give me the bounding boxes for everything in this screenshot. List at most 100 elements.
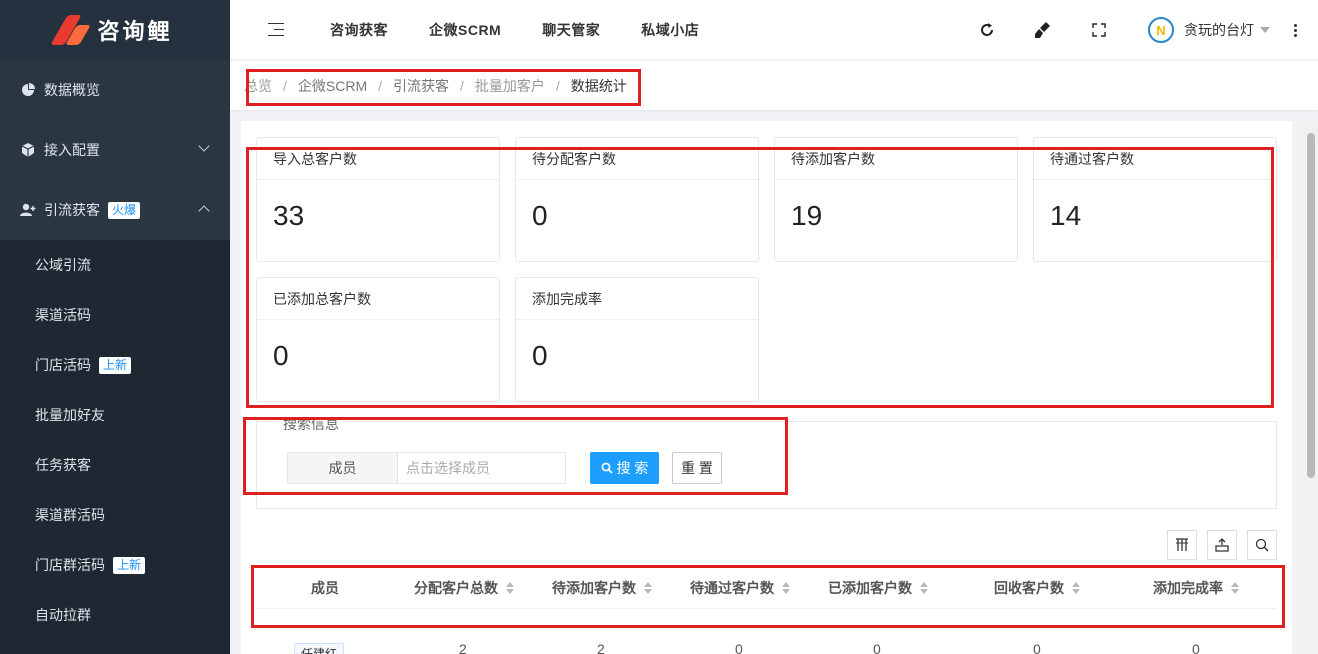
breadcrumb-separator: / <box>555 77 560 94</box>
brand-name: 咨询鲤 <box>97 19 173 44</box>
column-header-completion-rate[interactable]: 添加完成率 <box>1153 578 1239 598</box>
fullscreen-icon[interactable] <box>1090 21 1108 39</box>
magnifier-icon <box>1255 538 1269 552</box>
search-icon <box>601 462 613 474</box>
stat-title: 待通过客户数 <box>1034 138 1276 180</box>
sort-icon[interactable] <box>920 581 928 594</box>
stat-card-pending-add: 待添加客户数 19 <box>774 137 1018 262</box>
breadcrumb-separator: / <box>378 77 383 94</box>
sort-icon[interactable] <box>506 581 514 594</box>
column-header-added[interactable]: 已添加客户数 <box>828 578 928 598</box>
tab-wecom-scrm[interactable]: 企微SCRM <box>429 20 501 40</box>
cell-assigned: 2 <box>459 641 467 654</box>
sidebar-item-label: 门店活码 <box>35 357 91 373</box>
breadcrumb-separator: / <box>283 77 287 94</box>
column-header-recycled[interactable]: 回收客户数 <box>994 578 1080 598</box>
column-header-label: 待添加客户数 <box>552 579 636 596</box>
columns-icon <box>1176 538 1188 551</box>
sidebar-item-label: 自动拉群 <box>35 607 91 623</box>
export-icon <box>1215 538 1229 552</box>
search-panel: 搜索信息 成员 搜 索 重 置 <box>256 414 1277 509</box>
hot-badge: 火爆 <box>108 201 141 219</box>
sort-icon[interactable] <box>644 581 652 594</box>
cube-icon <box>20 142 36 158</box>
column-header-assigned-total[interactable]: 分配客户总数 <box>414 578 514 598</box>
tab-consult-acquisition[interactable]: 咨询获客 <box>330 20 388 40</box>
breadcrumb-overview[interactable]: 总览 <box>244 76 272 96</box>
sidebar-item-store-group-qrcode[interactable]: 门店群活码 上新 <box>0 540 230 590</box>
sidebar-item-auto-group[interactable]: 自动拉群 <box>0 590 230 640</box>
stat-title: 添加完成率 <box>516 278 758 320</box>
stat-title: 导入总客户数 <box>257 138 499 180</box>
sidebar-item-data-overview[interactable]: 数据概览 <box>0 60 230 120</box>
column-header-pending-add[interactable]: 待添加客户数 <box>552 578 652 598</box>
stat-card-total-added: 已添加总客户数 0 <box>256 277 500 402</box>
sort-icon[interactable] <box>1072 581 1080 594</box>
sidebar-item-label: 接入配置 <box>44 142 100 158</box>
tab-chat-manager[interactable]: 聊天管家 <box>542 20 600 40</box>
chevron-down-icon <box>198 140 210 152</box>
member-select-input[interactable] <box>397 452 566 484</box>
member-field-label: 成员 <box>287 452 397 484</box>
sidebar-item-label: 渠道活码 <box>35 307 91 323</box>
search-toggle-button[interactable] <box>1247 530 1277 560</box>
sidebar-item-task-acquisition[interactable]: 任务获客 <box>0 440 230 490</box>
reset-button[interactable]: 重 置 <box>672 452 722 484</box>
sidebar-item-label: 门店群活码 <box>35 557 105 573</box>
stat-card-pending-assign: 待分配客户数 0 <box>515 137 759 262</box>
sort-icon[interactable] <box>782 581 790 594</box>
breadcrumb-separator: / <box>460 77 464 94</box>
stat-value: 0 <box>532 200 548 231</box>
avatar[interactable]: N <box>1148 17 1174 43</box>
collapse-menu-icon[interactable] <box>268 22 286 37</box>
column-header-label: 已添加客户数 <box>828 579 912 596</box>
export-button[interactable] <box>1207 530 1237 560</box>
table-row: 任建红 2 2 0 0 0 0 <box>256 641 1277 654</box>
top-header: 咨询获客 企微SCRM 聊天管家 私域小店 N 贪玩的台灯 <box>230 0 1318 60</box>
cell-added: 0 <box>873 641 881 654</box>
cell-rate: 0 <box>1192 641 1200 654</box>
sidebar-item-batch-add-friends[interactable]: 批量加好友 <box>0 390 230 440</box>
column-filter-button[interactable] <box>1167 530 1197 560</box>
column-header-pending-pass[interactable]: 待通过客户数 <box>690 578 790 598</box>
stat-card-completion-rate: 添加完成率 0 <box>515 277 759 402</box>
search-button[interactable]: 搜 索 <box>590 452 659 484</box>
caret-down-icon[interactable] <box>1260 27 1270 33</box>
tab-private-shop[interactable]: 私域小店 <box>641 20 699 40</box>
sidebar-item-label: 渠道群活码 <box>35 507 105 523</box>
sidebar-item-access-config[interactable]: 接入配置 <box>0 120 230 180</box>
search-button-label: 搜 索 <box>616 460 649 476</box>
column-header-label: 待通过客户数 <box>690 579 774 596</box>
main-content: 导入总客户数 33 待分配客户数 0 待添加客户数 19 待通过客户数 14 已… <box>241 121 1292 654</box>
sidebar-item-label: 公域引流 <box>35 257 91 273</box>
sidebar-item-store-qrcode[interactable]: 门店活码 上新 <box>0 340 230 390</box>
brand-logo[interactable]: 咨询鲤 <box>0 0 230 60</box>
pie-chart-icon <box>20 82 36 98</box>
stat-card-pending-pass: 待通过客户数 14 <box>1033 137 1277 262</box>
brand-logo-icon <box>50 15 92 45</box>
breadcrumb-wecom-scrm[interactable]: 企微SCRM <box>298 76 367 96</box>
sidebar: 咨询鲤 数据概览 接入配置 引流获客 火爆 公域引流 渠道活码 门店活码 上新 批… <box>0 0 230 654</box>
member-tag[interactable]: 任建红 <box>294 643 345 654</box>
new-badge: 上新 <box>113 556 146 574</box>
sidebar-item-channel-qrcode[interactable]: 渠道活码 <box>0 290 230 340</box>
cell-pending-add: 2 <box>597 641 605 654</box>
username[interactable]: 贪玩的台灯 <box>1184 20 1254 40</box>
clear-cache-brush-icon[interactable] <box>1034 21 1052 39</box>
sidebar-item-label: 任务获客 <box>35 457 91 473</box>
stat-title: 已添加总客户数 <box>257 278 499 320</box>
sidebar-item-channel-group-qrcode[interactable]: 渠道群活码 <box>0 490 230 540</box>
column-header-member: 成员 <box>311 578 339 598</box>
stat-card-total-imported: 导入总客户数 33 <box>256 137 500 262</box>
sidebar-item-traffic-acquisition[interactable]: 引流获客 火爆 <box>0 180 230 240</box>
more-vertical-icon[interactable] <box>1294 23 1298 37</box>
sidebar-item-public-traffic[interactable]: 公域引流 <box>0 240 230 290</box>
breadcrumb-traffic-acquisition[interactable]: 引流获客 <box>393 76 449 96</box>
user-add-icon <box>20 202 36 218</box>
breadcrumb-data-stats: 数据统计 <box>570 77 627 94</box>
breadcrumb-batch-add-customers[interactable]: 批量加客户 <box>475 76 545 96</box>
sort-icon[interactable] <box>1231 581 1239 594</box>
refresh-icon[interactable] <box>978 21 996 39</box>
top-nav: 咨询获客 企微SCRM 聊天管家 私域小店 <box>330 20 740 40</box>
page-scrollbar-thumb[interactable] <box>1307 133 1315 478</box>
